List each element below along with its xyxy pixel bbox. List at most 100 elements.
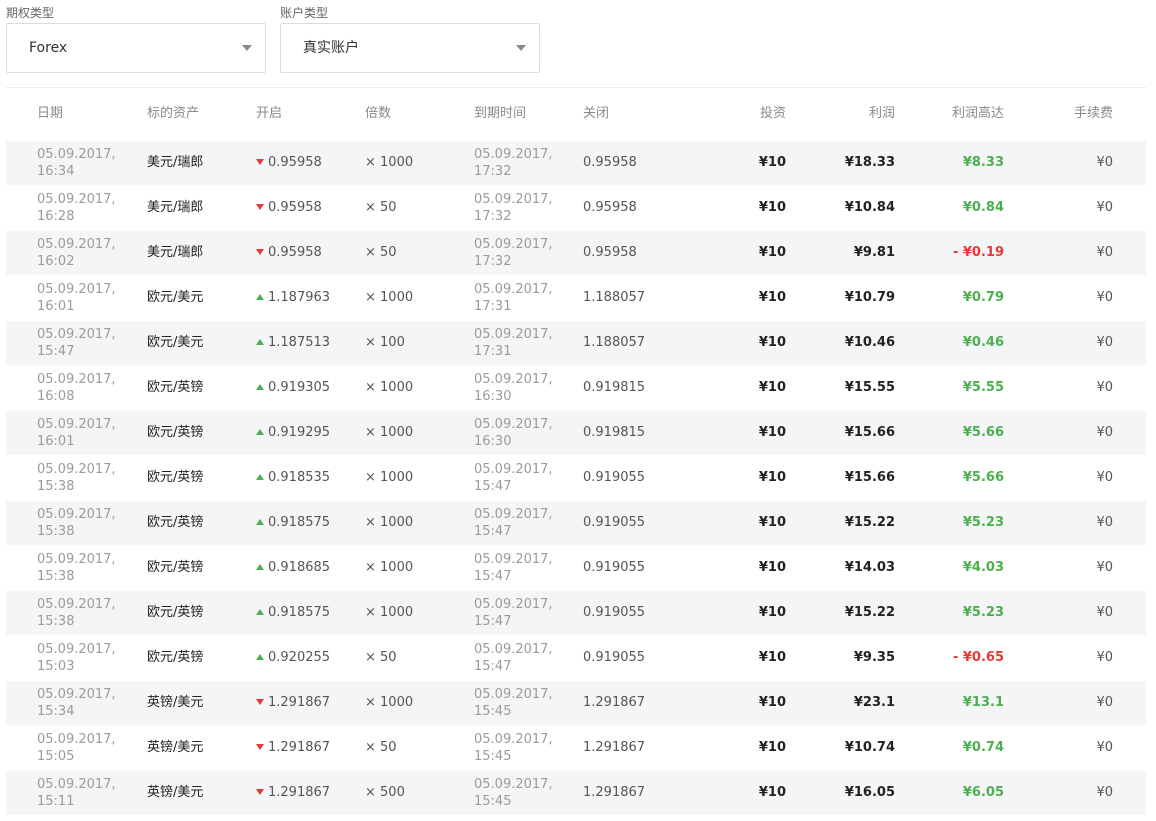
column-header-investment[interactable]: 投资 xyxy=(760,104,786,124)
trade-expiry-time: 16:30 xyxy=(474,389,512,404)
trade-open: 1.187963 xyxy=(256,276,330,320)
trade-open-price: 0.95958 xyxy=(268,245,322,260)
trade-expiry: 05.09.2017, 15:47 xyxy=(474,551,553,585)
arrow-down-icon xyxy=(256,789,264,795)
trade-investment: ¥10 xyxy=(758,425,786,440)
trade-fee: ¥0 xyxy=(1096,695,1113,710)
trade-date-time: 16:28 xyxy=(37,209,75,224)
trade-expiry-day: 05.09.2017, xyxy=(474,147,553,162)
table-row[interactable]: 05.09.2017, 16:28 美元/瑞郎 0.95958 × 50 05.… xyxy=(6,186,1146,230)
trade-investment: ¥10 xyxy=(758,560,786,575)
trade-multiplier: × 1000 xyxy=(365,425,414,440)
trade-multiplier: × 50 xyxy=(365,650,397,665)
trade-profit-up-to: ¥5.23 xyxy=(962,605,1004,620)
table-row[interactable]: 05.09.2017, 16:02 美元/瑞郎 0.95958 × 50 05.… xyxy=(6,231,1146,275)
trade-profit-up-to: ¥0.79 xyxy=(962,290,1004,305)
table-row[interactable]: 05.09.2017, 15:38 欧元/英镑 0.918575 × 1000 … xyxy=(6,591,1146,635)
trade-open-price: 1.291867 xyxy=(268,695,331,710)
arrow-up-icon xyxy=(256,429,264,435)
table-row[interactable]: 05.09.2017, 15:03 欧元/英镑 0.920255 × 50 05… xyxy=(6,636,1146,680)
table-row[interactable]: 05.09.2017, 15:11 英镑/美元 1.291867 × 500 0… xyxy=(6,771,1146,815)
trade-expiry-day: 05.09.2017, xyxy=(474,282,553,297)
table-row[interactable]: 05.09.2017, 15:34 英镑/美元 1.291867 × 1000 … xyxy=(6,681,1146,725)
table-row[interactable]: 05.09.2017, 15:38 欧元/英镑 0.918535 × 1000 … xyxy=(6,456,1146,500)
trade-investment: ¥10 xyxy=(758,740,786,755)
arrow-down-icon xyxy=(256,699,264,705)
column-header-close[interactable]: 关闭 xyxy=(583,104,609,124)
trade-expiry: 05.09.2017, 17:32 xyxy=(474,146,553,180)
trade-open: 0.920255 xyxy=(256,636,330,680)
trade-date-day: 05.09.2017, xyxy=(37,282,116,297)
trade-date-day: 05.09.2017, xyxy=(37,417,116,432)
trade-close: 0.95958 xyxy=(583,245,637,260)
trade-fee: ¥0 xyxy=(1096,605,1113,620)
trade-date: 05.09.2017, 15:47 xyxy=(37,326,116,360)
chevron-down-icon xyxy=(516,45,526,51)
trade-expiry-day: 05.09.2017, xyxy=(474,732,553,747)
account-type-select[interactable]: 真实账户 xyxy=(280,23,540,73)
trade-open: 0.95958 xyxy=(256,141,322,185)
trade-profit: ¥15.22 xyxy=(844,605,895,620)
trade-expiry-time: 17:32 xyxy=(474,209,512,224)
trade-expiry-day: 05.09.2017, xyxy=(474,687,553,702)
trade-open: 0.918575 xyxy=(256,501,330,545)
trade-open: 1.291867 xyxy=(256,681,330,725)
trade-profit-up-to: ¥0.84 xyxy=(962,200,1004,215)
filters-divider xyxy=(6,87,1146,88)
trade-date-day: 05.09.2017, xyxy=(37,777,116,792)
trade-asset: 欧元/英镑 xyxy=(147,650,204,665)
trade-expiry-day: 05.09.2017, xyxy=(474,507,553,522)
table-row[interactable]: 05.09.2017, 15:05 英镑/美元 1.291867 × 50 05… xyxy=(6,726,1146,770)
trade-expiry-time: 17:32 xyxy=(474,254,512,269)
trade-fee: ¥0 xyxy=(1096,650,1113,665)
trade-date: 05.09.2017, 16:02 xyxy=(37,236,116,270)
table-row[interactable]: 05.09.2017, 16:01 欧元/美元 1.187963 × 1000 … xyxy=(6,276,1146,320)
trade-date-day: 05.09.2017, xyxy=(37,552,116,567)
trade-profit-up-to: ¥5.55 xyxy=(962,380,1004,395)
trade-profit: ¥15.66 xyxy=(844,425,895,440)
arrow-down-icon xyxy=(256,744,264,750)
trade-close: 0.919055 xyxy=(583,650,646,665)
column-header-profit-up-to[interactable]: 利润高达 xyxy=(952,104,1004,124)
trade-date-time: 15:47 xyxy=(37,344,75,359)
table-row[interactable]: 05.09.2017, 16:01 欧元/英镑 0.919295 × 1000 … xyxy=(6,411,1146,455)
trade-expiry-time: 15:47 xyxy=(474,614,512,629)
trade-open-price: 1.291867 xyxy=(268,740,331,755)
trade-date: 05.09.2017, 16:01 xyxy=(37,416,116,450)
trade-multiplier: × 1000 xyxy=(365,155,414,170)
trade-open-price: 0.919305 xyxy=(268,380,331,395)
trade-multiplier: × 500 xyxy=(365,785,405,800)
trade-date: 05.09.2017, 15:11 xyxy=(37,776,116,810)
column-header-fee[interactable]: 手续费 xyxy=(1074,104,1113,124)
arrow-down-icon xyxy=(256,204,264,210)
column-header-profit[interactable]: 利润 xyxy=(869,104,895,124)
trade-expiry: 05.09.2017, 15:47 xyxy=(474,506,553,540)
trade-date-time: 16:34 xyxy=(37,164,75,179)
trade-asset: 英镑/美元 xyxy=(147,695,204,710)
option-type-select[interactable]: Forex xyxy=(6,23,266,73)
trade-multiplier: × 1000 xyxy=(365,605,414,620)
column-header-expiry[interactable]: 到期时间 xyxy=(474,104,526,124)
trade-expiry-time: 15:45 xyxy=(474,794,512,809)
table-row[interactable]: 05.09.2017, 16:34 美元/瑞郎 0.95958 × 1000 0… xyxy=(6,141,1146,185)
trade-profit-up-to: ¥6.05 xyxy=(962,785,1004,800)
column-header-asset[interactable]: 标的资产 xyxy=(147,104,199,124)
trade-open: 0.95958 xyxy=(256,186,322,230)
table-row[interactable]: 05.09.2017, 15:47 欧元/美元 1.187513 × 100 0… xyxy=(6,321,1146,365)
trade-profit-up-to: ¥4.03 xyxy=(962,560,1004,575)
table-row[interactable]: 05.09.2017, 15:38 欧元/英镑 0.918575 × 1000 … xyxy=(6,501,1146,545)
table-row[interactable]: 05.09.2017, 15:38 欧元/英镑 0.918685 × 1000 … xyxy=(6,546,1146,590)
column-header-multiplier[interactable]: 倍数 xyxy=(365,104,391,124)
option-type-value: Forex xyxy=(29,40,68,56)
trade-date-day: 05.09.2017, xyxy=(37,327,116,342)
column-header-date[interactable]: 日期 xyxy=(37,104,63,124)
trade-fee: ¥0 xyxy=(1096,785,1113,800)
trade-fee: ¥0 xyxy=(1096,290,1113,305)
trade-expiry: 05.09.2017, 17:31 xyxy=(474,326,553,360)
column-header-open[interactable]: 开启 xyxy=(256,104,282,124)
table-row[interactable]: 05.09.2017, 16:08 欧元/英镑 0.919305 × 1000 … xyxy=(6,366,1146,410)
trade-investment: ¥10 xyxy=(758,695,786,710)
arrow-up-icon xyxy=(256,519,264,525)
trade-fee: ¥0 xyxy=(1096,155,1113,170)
trade-profit-up-to: - ¥0.65 xyxy=(952,650,1004,665)
